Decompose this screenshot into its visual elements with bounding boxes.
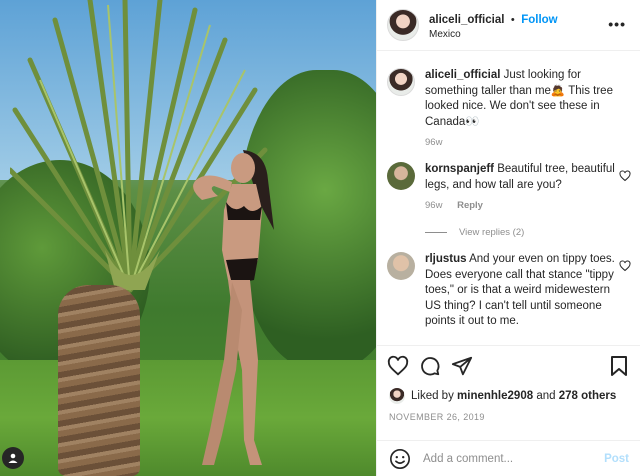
reply-button[interactable]: Reply [457, 200, 483, 211]
caption-body: aliceli_official Just looking for someth… [425, 68, 625, 130]
caption-age[interactable]: 96w [425, 137, 442, 148]
share-icon[interactable] [451, 355, 473, 377]
bookmark-icon[interactable] [609, 355, 629, 377]
location-link[interactable]: Mexico [429, 29, 558, 42]
add-comment-bar: Post [377, 440, 640, 476]
likes-summary: Liked by minenhle2908 and 278 others [389, 388, 616, 404]
header-username[interactable]: aliceli_official [429, 14, 504, 26]
user-tag-icon[interactable] [2, 447, 24, 469]
heart-icon[interactable] [387, 355, 409, 377]
post-date[interactable]: NOVEMBER 26, 2019 [389, 412, 485, 422]
avatar[interactable] [389, 388, 405, 404]
view-replies-label: View replies (2) [459, 227, 525, 239]
likes-user[interactable]: minenhle2908 [457, 390, 533, 402]
comment-username[interactable]: kornspanjeff [425, 163, 494, 175]
post-button[interactable]: Post [604, 453, 629, 465]
comment-body: kornspanjeff Beautiful tree, beautiful l… [425, 162, 625, 193]
caption-meta: 96w [425, 137, 625, 148]
separator-dot: • [510, 13, 515, 26]
post-header: aliceli_official • Follow Mexico ••• [377, 0, 640, 51]
likes-prefix: Liked by [411, 390, 454, 402]
likes-joiner: and [536, 390, 556, 402]
post-details-panel: aliceli_official • Follow Mexico ••• ali… [376, 0, 640, 476]
heart-icon[interactable] [619, 170, 631, 182]
list-item: rljustus And your even on tippy toes. Do… [387, 252, 631, 330]
avatar[interactable] [387, 162, 415, 191]
follow-button[interactable]: Follow [521, 14, 557, 26]
divider [425, 232, 447, 234]
avatar[interactable] [387, 9, 419, 41]
palm-trunk [58, 285, 140, 476]
avatar[interactable] [387, 68, 415, 96]
likes-others[interactable]: 278 others [559, 390, 617, 402]
view-replies-button[interactable]: View replies (2) [425, 227, 627, 238]
emoji-icon[interactable] [389, 448, 411, 470]
comment-age[interactable]: 96w [425, 200, 442, 211]
comment-username[interactable]: rljustus [425, 253, 467, 265]
avatar[interactable] [387, 252, 415, 281]
caption-username[interactable]: aliceli_official [425, 69, 500, 81]
more-icon[interactable]: ••• [608, 16, 626, 32]
caption: aliceli_official Just looking for someth… [387, 68, 627, 148]
action-bar [377, 345, 640, 385]
person-figure [193, 150, 274, 465]
header-text: aliceli_official • Follow Mexico [429, 9, 558, 42]
comments-list[interactable]: aliceli_official Just looking for someth… [377, 52, 640, 344]
comment-icon[interactable] [419, 355, 441, 377]
comment-body: rljustus And your even on tippy toes. Do… [425, 252, 625, 330]
comment-input[interactable] [423, 452, 605, 465]
post-photo[interactable] [0, 0, 376, 476]
comment-meta: 96w Reply [425, 200, 625, 211]
heart-icon[interactable] [619, 260, 631, 272]
list-item: kornspanjeff Beautiful tree, beautiful l… [387, 162, 631, 211]
